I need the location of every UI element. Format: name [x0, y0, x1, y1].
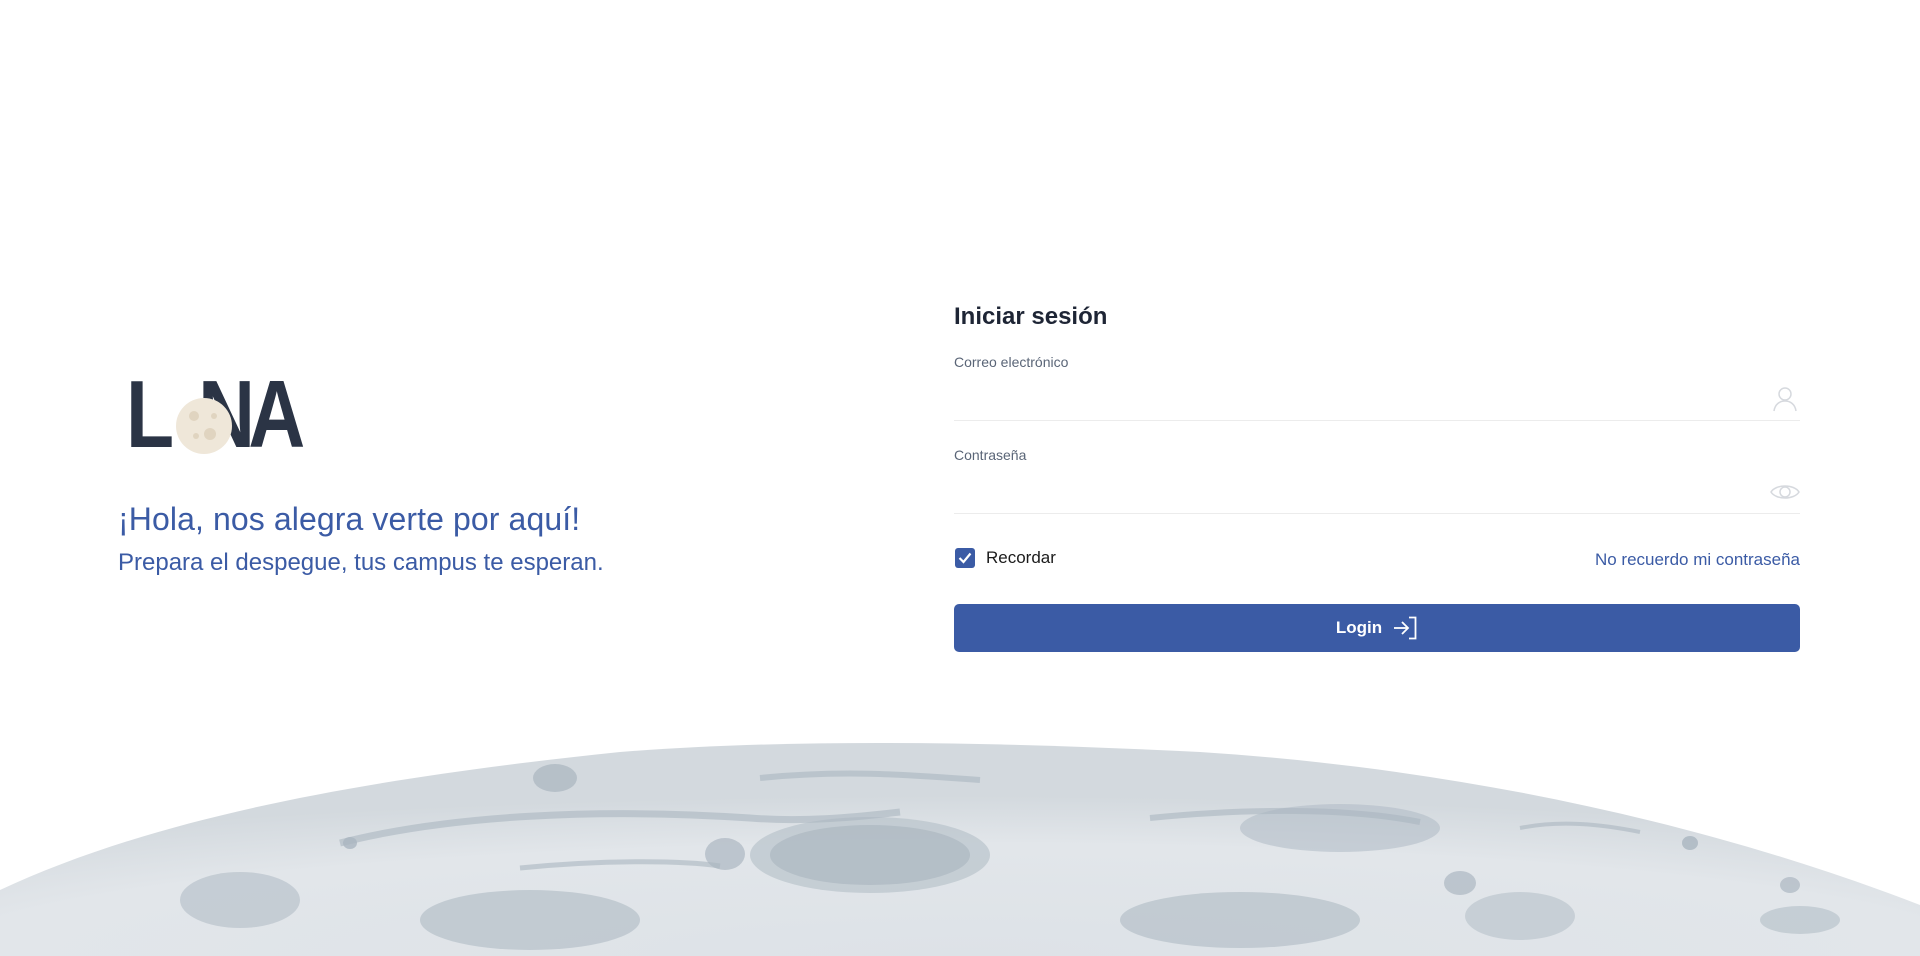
checkmark-icon: [958, 552, 972, 564]
user-icon: [1770, 384, 1800, 414]
password-input[interactable]: [954, 471, 1754, 507]
password-field-group: Contraseña: [954, 447, 1800, 514]
moon-logo-icon: [176, 398, 232, 454]
greeting-heading: ¡Hola, nos alegra verte por aquí!: [118, 501, 581, 537]
login-button[interactable]: Login: [954, 604, 1800, 652]
password-label: Contraseña: [954, 447, 1027, 463]
email-input[interactable]: [954, 378, 1754, 414]
forgot-password-link[interactable]: No recuerdo mi contraseña: [1595, 550, 1800, 570]
login-page: L NA ¡Hola, nos alegra verte por aquí! P…: [0, 0, 1920, 956]
eye-icon[interactable]: [1770, 477, 1800, 507]
greeting-subheading: Prepara el despegue, tus campus te esper…: [118, 549, 604, 576]
login-form: Iniciar sesión Correo electrónico Contra…: [954, 300, 1800, 652]
brand-section: L NA ¡Hola, nos alegra verte por aquí! P…: [118, 367, 818, 578]
login-button-label: Login: [1335, 618, 1383, 637]
remember-checkbox-group[interactable]: Recordar: [954, 548, 1056, 568]
luna-logo: L NA: [126, 367, 326, 463]
form-title: Iniciar sesión: [954, 303, 1108, 330]
login-arrow-icon: [1392, 616, 1418, 640]
email-label: Correo electrónico: [954, 354, 1069, 370]
remember-label: Recordar: [986, 548, 1056, 567]
remember-checkbox[interactable]: [955, 548, 975, 568]
options-row: Recordar No recuerdo mi contraseña: [954, 548, 1800, 572]
email-field-group: Correo electrónico: [954, 354, 1800, 421]
